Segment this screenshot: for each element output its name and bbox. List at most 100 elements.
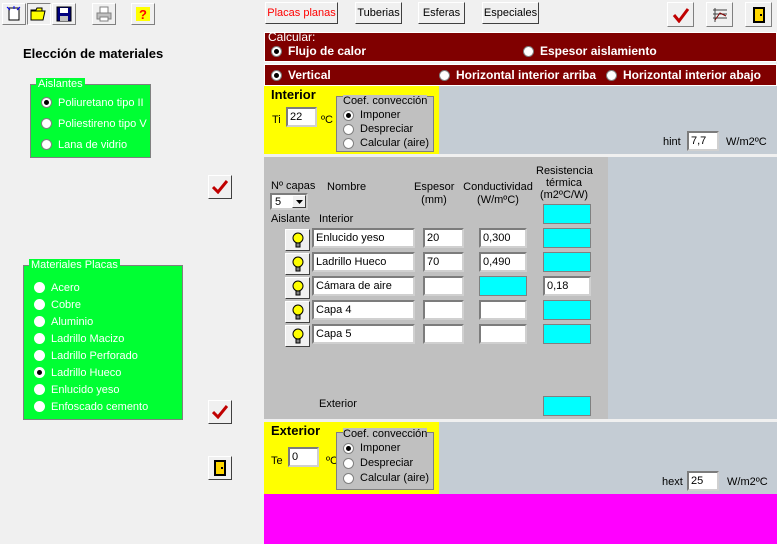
ti-input[interactable]: 22 — [286, 107, 317, 127]
radio-icon — [343, 457, 354, 469]
exterior-coef-title: Coef. convección — [343, 428, 428, 440]
layer-espesor-input[interactable] — [423, 276, 464, 296]
res-interior-field[interactable] — [543, 204, 591, 224]
layer-espesor-input[interactable]: 20 — [423, 228, 464, 248]
tab-esferas[interactable]: Esferas — [418, 2, 465, 24]
confirm-aislante-button[interactable] — [208, 175, 232, 199]
te-input[interactable]: 0 — [288, 447, 319, 467]
aislante-option-1[interactable]: Poliestireno tipo V — [41, 116, 147, 131]
radio-icon — [343, 137, 354, 149]
layer-resistencia-input[interactable] — [543, 252, 591, 272]
interior-layer-label: Interior — [319, 213, 354, 225]
confirm-placa-button[interactable] — [208, 400, 232, 424]
open-folder-icon[interactable] — [27, 3, 51, 25]
radio-icon — [41, 139, 52, 150]
calc-option-espesor[interactable]: Espesor aislamiento — [523, 44, 657, 58]
exterior-coef-calcular[interactable]: Calcular (aire) — [343, 472, 429, 484]
te-label: Te — [271, 455, 283, 467]
chart-icon[interactable] — [706, 2, 733, 27]
layer-conductividad-input[interactable] — [479, 276, 527, 296]
calcular-title: Calcular: — [268, 30, 316, 44]
layer-material-button[interactable] — [285, 301, 310, 323]
aislantes-group-title: Aislantes — [36, 78, 85, 90]
layer-name-input[interactable]: Cámara de aire — [312, 276, 415, 296]
save-disk-icon[interactable] — [52, 3, 76, 25]
lightbulb-icon — [292, 304, 303, 320]
aislante-option-0[interactable]: Poliuretano tipo II — [41, 95, 144, 110]
ncapas-select[interactable]: 5 — [270, 193, 308, 210]
exit-door-icon[interactable] — [745, 2, 772, 27]
orient-option-interior-abajo[interactable]: Horizontal interior abajo — [606, 68, 761, 82]
layer-material-button[interactable] — [285, 229, 310, 251]
radio-icon — [34, 367, 45, 378]
placa-option-3[interactable]: Ladrillo Macizo — [34, 331, 124, 346]
placa-option-2[interactable]: Aluminio — [34, 314, 93, 329]
hext-input[interactable]: 25 — [687, 471, 719, 491]
layer-material-button[interactable] — [285, 277, 310, 299]
layer-material-button[interactable] — [285, 325, 310, 347]
exit-door-button[interactable] — [208, 456, 232, 480]
col-conductividad: Conductividad (W/mºC) — [463, 181, 533, 206]
layer-espesor-input[interactable]: 70 — [423, 252, 464, 272]
svg-text:?: ? — [139, 7, 147, 22]
layer-conductividad-input[interactable] — [479, 300, 527, 320]
aislantes-group: Aislantes Poliuretano tipo II Poliestire… — [30, 78, 151, 158]
exterior-coef-imponer[interactable]: Imponer — [343, 442, 400, 454]
hint-input[interactable]: 7,7 — [687, 131, 719, 151]
new-file-icon[interactable] — [2, 3, 26, 25]
interior-coef-despreciar[interactable]: Despreciar — [343, 123, 413, 135]
layer-resistencia-input[interactable] — [543, 324, 591, 344]
aislante-option-2[interactable]: Lana de vidrio — [41, 137, 127, 152]
radio-icon — [271, 45, 282, 57]
placa-option-1[interactable]: Cobre — [34, 297, 81, 312]
radio-icon — [34, 299, 45, 310]
calc-option-flujo[interactable]: Flujo de calor — [271, 44, 366, 58]
layer-name-input[interactable]: Enlucido yeso — [312, 228, 415, 248]
hint-unit: W/m2ºC — [726, 136, 767, 148]
orient-option-interior-arriba[interactable]: Horizontal interior arriba — [439, 68, 596, 82]
result-panel — [264, 494, 777, 544]
radio-icon — [41, 118, 52, 129]
layers-side-panel — [608, 157, 777, 419]
exterior-layer-label: Exterior — [319, 398, 357, 410]
layer-name-input[interactable]: Ladrillo Hueco — [312, 252, 415, 272]
chevron-down-icon[interactable] — [292, 195, 306, 208]
layer-espesor-input[interactable] — [423, 324, 464, 344]
layer-resistencia-input[interactable] — [543, 228, 591, 248]
exterior-title: Exterior — [271, 423, 321, 438]
lightbulb-icon — [292, 232, 303, 248]
layer-conductividad-input[interactable]: 0,300 — [479, 228, 527, 248]
placa-option-4[interactable]: Ladrillo Perforado — [34, 348, 138, 363]
calculate-check-icon[interactable] — [667, 2, 694, 27]
placa-option-0[interactable]: Acero — [34, 280, 80, 295]
radio-icon — [439, 69, 450, 81]
layer-conductividad-input[interactable] — [479, 324, 527, 344]
interior-coef-calcular[interactable]: Calcular (aire) — [343, 137, 429, 149]
print-icon[interactable] — [92, 3, 116, 25]
layer-resistencia-input[interactable]: 0,18 — [543, 276, 591, 296]
lightbulb-icon — [292, 256, 303, 272]
help-icon[interactable]: ? — [131, 3, 155, 25]
res-exterior-field[interactable] — [543, 396, 591, 416]
placa-option-7[interactable]: Enfoscado cemento — [34, 399, 148, 414]
layer-material-button[interactable] — [285, 253, 310, 275]
layer-resistencia-input[interactable] — [543, 300, 591, 320]
col-espesor: Espesor (mm) — [414, 181, 455, 206]
tab-especiales[interactable]: Especiales — [482, 2, 539, 24]
layer-espesor-input[interactable] — [423, 300, 464, 320]
radio-icon — [34, 401, 45, 412]
placa-option-6[interactable]: Enlucido yeso — [34, 382, 120, 397]
orient-option-vertical[interactable]: Vertical — [271, 68, 331, 82]
tab-tuberias[interactable]: Tuberias — [355, 2, 402, 24]
tab-placas-planas[interactable]: Placas planas — [265, 2, 338, 24]
interior-coef-imponer[interactable]: Imponer — [343, 109, 400, 121]
layer-name-input[interactable]: Capa 5 — [312, 324, 415, 344]
placa-option-5[interactable]: Ladrillo Hueco — [34, 365, 121, 380]
radio-icon — [343, 123, 354, 135]
layer-name-input[interactable]: Capa 4 — [312, 300, 415, 320]
exterior-coef-despreciar[interactable]: Despreciar — [343, 457, 413, 469]
radio-icon — [343, 109, 354, 121]
placas-group-title: Materiales Placas — [29, 259, 120, 271]
interior-coef-title: Coef. convección — [343, 95, 428, 107]
layer-conductividad-input[interactable]: 0,490 — [479, 252, 527, 272]
